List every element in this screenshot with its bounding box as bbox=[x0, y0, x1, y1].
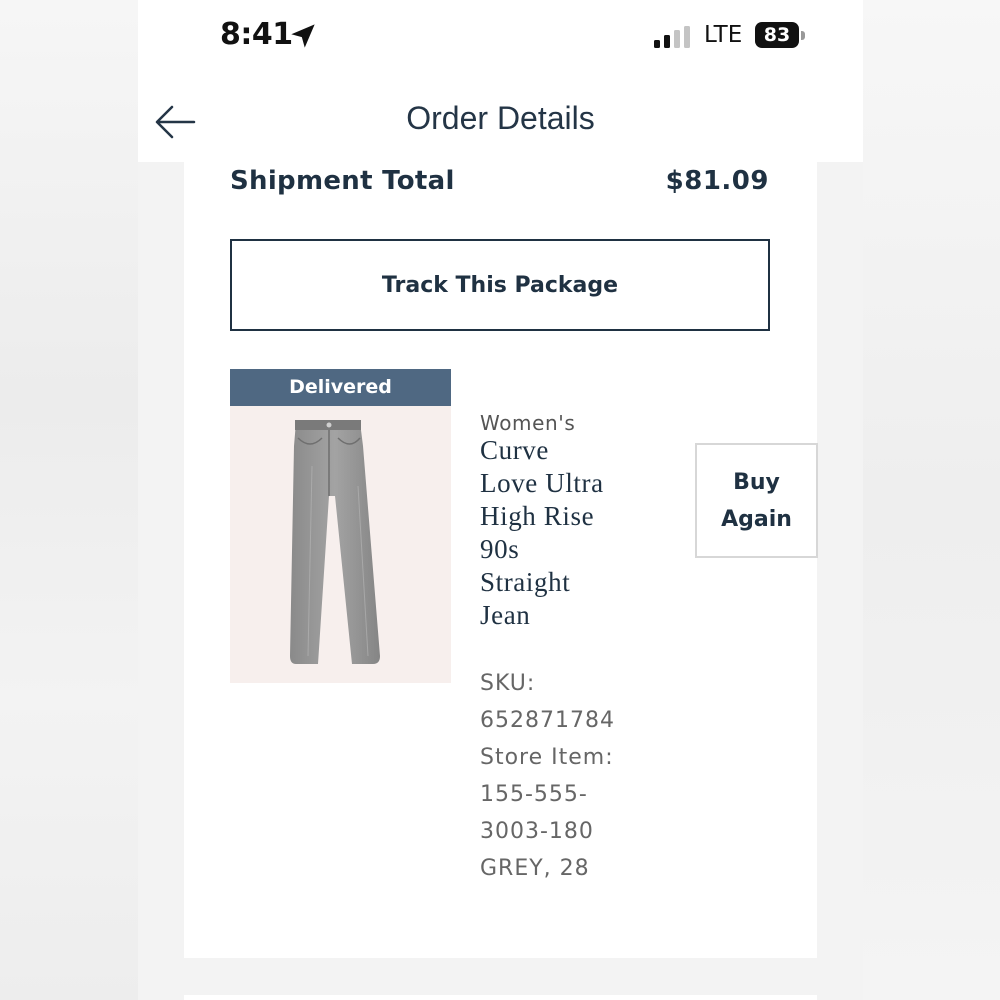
phone-screen: 8:41 LTE 83 Order Details Shipment Total… bbox=[138, 0, 863, 1000]
product-name-line: Straight bbox=[480, 567, 571, 597]
product-name-line: High Rise bbox=[480, 501, 595, 531]
backdrop-right bbox=[863, 0, 1000, 1000]
buy-again-button[interactable]: Buy Again bbox=[695, 443, 818, 558]
top-bar: 8:41 LTE 83 Order Details bbox=[138, 0, 863, 162]
product-name-line: Love Ultra bbox=[480, 468, 604, 498]
store-item-value-line: 155-555- bbox=[480, 782, 588, 807]
track-package-button[interactable]: Track This Package bbox=[230, 239, 770, 331]
cellular-signal-icon bbox=[654, 26, 690, 48]
sku-value: 652871784 bbox=[480, 708, 615, 733]
page-title: Order Details bbox=[406, 100, 595, 136]
jeans-image bbox=[290, 420, 380, 664]
product-name[interactable]: Curve Love Ultra High Rise 90s Straight … bbox=[480, 434, 630, 632]
location-arrow-icon bbox=[291, 24, 315, 48]
variant-info: GREY, 28 bbox=[480, 856, 590, 881]
battery-icon: 83 bbox=[755, 22, 799, 48]
shipment-total-label: Shipment Total bbox=[230, 166, 455, 196]
shipment-total-value: $81.09 bbox=[665, 166, 769, 196]
product-name-line: Curve bbox=[480, 435, 549, 465]
product-meta: SKU: 652871784 Store Item: 155-555- 3003… bbox=[480, 665, 640, 887]
network-label: LTE bbox=[704, 22, 743, 48]
order-card: Shipment Total $81.09 Track This Package… bbox=[184, 162, 818, 958]
product-name-line: 90s bbox=[480, 534, 520, 564]
store-item-value-line: 3003-180 bbox=[480, 819, 594, 844]
buy-again-label-line: Buy bbox=[733, 469, 780, 495]
status-badge: Delivered bbox=[230, 369, 451, 406]
product-category: Women's bbox=[480, 411, 576, 435]
store-item-label: Store Item: bbox=[480, 745, 614, 770]
battery-level: 83 bbox=[763, 24, 791, 46]
product-name-line: Jean bbox=[480, 600, 531, 630]
next-card bbox=[184, 995, 817, 1000]
sku-label: SKU: bbox=[480, 671, 536, 696]
track-package-label: Track This Package bbox=[381, 272, 619, 298]
product-image[interactable] bbox=[230, 406, 451, 683]
status-time: 8:41 bbox=[220, 17, 293, 52]
battery-cap bbox=[801, 31, 805, 40]
backdrop-left bbox=[0, 0, 138, 1000]
buy-again-label-line: Again bbox=[721, 506, 792, 532]
